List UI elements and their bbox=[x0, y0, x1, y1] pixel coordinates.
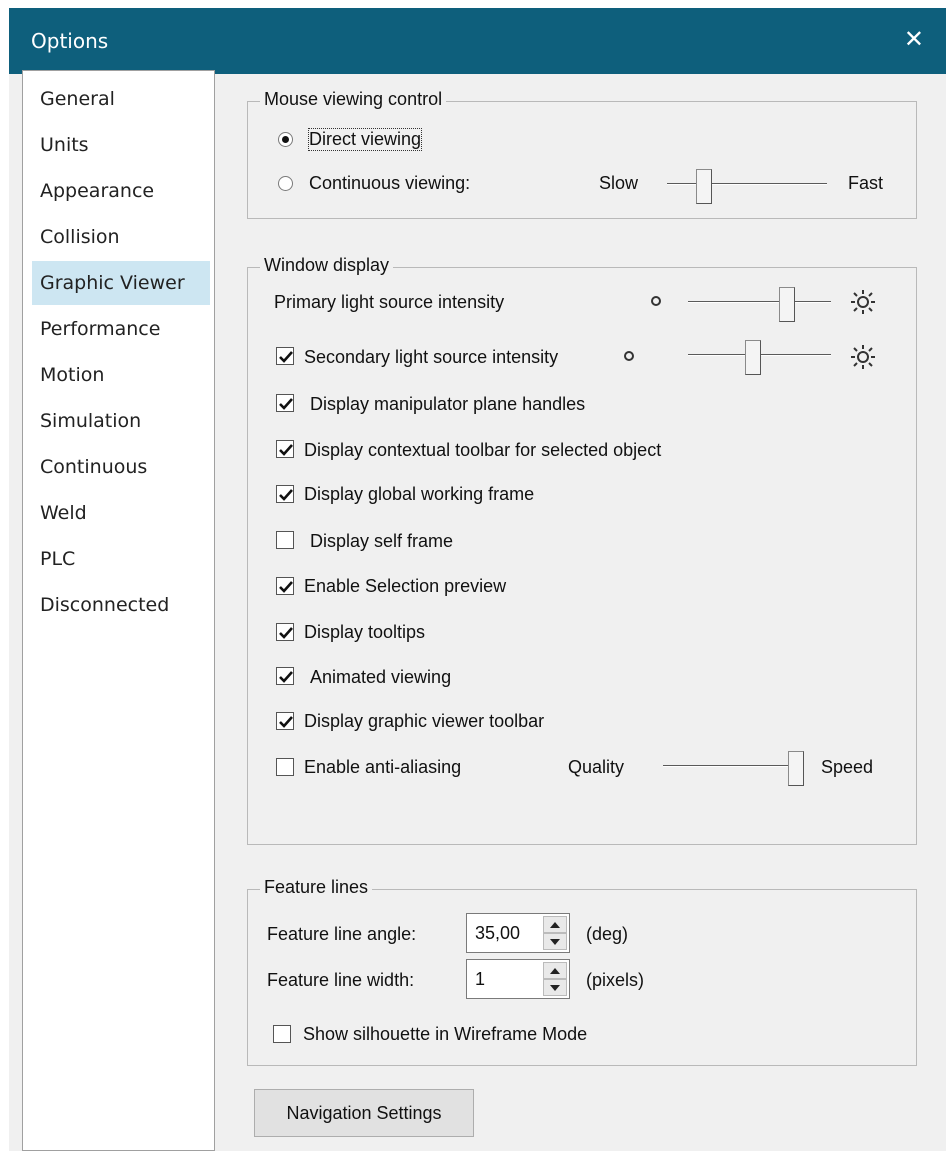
spin-buttons bbox=[543, 962, 567, 996]
slider-thumb[interactable] bbox=[745, 340, 761, 375]
feature-width-value[interactable]: 1 bbox=[475, 969, 485, 990]
feature-width-label: Feature line width: bbox=[267, 970, 415, 990]
secondary-light-label[interactable]: Secondary light source intensity bbox=[304, 347, 558, 368]
anti-aliasing-checkbox[interactable] bbox=[276, 758, 294, 776]
category-plc[interactable]: PLC bbox=[32, 537, 210, 581]
secondary-light-slider[interactable] bbox=[688, 337, 831, 377]
slider-thumb[interactable] bbox=[696, 169, 712, 204]
category-weld[interactable]: Weld bbox=[32, 491, 210, 535]
category-list: General Units Appearance Collision Graph… bbox=[22, 70, 215, 1151]
continuous-viewing-radio[interactable] bbox=[278, 176, 293, 191]
close-icon[interactable]: ✕ bbox=[904, 25, 924, 53]
feature-angle-spinbox[interactable]: 35,00 bbox=[466, 913, 570, 953]
navigation-settings-button[interactable]: Navigation Settings bbox=[254, 1089, 474, 1137]
animated-viewing-label[interactable]: Animated viewing bbox=[310, 667, 451, 688]
spin-down-icon[interactable] bbox=[543, 933, 567, 950]
category-performance[interactable]: Performance bbox=[32, 307, 210, 351]
group-title: Mouse viewing control bbox=[260, 89, 447, 110]
spin-up-icon[interactable] bbox=[543, 962, 567, 979]
contextual-toolbar-checkbox[interactable] bbox=[276, 440, 294, 458]
feature-angle-unit: (deg) bbox=[586, 924, 629, 944]
spin-down-icon[interactable] bbox=[543, 979, 567, 996]
continuous-viewing-label[interactable]: Continuous viewing: bbox=[309, 173, 470, 194]
tooltips-checkbox[interactable] bbox=[276, 623, 294, 641]
dim-light-icon bbox=[624, 351, 634, 361]
spin-buttons bbox=[543, 916, 567, 950]
feature-angle-label: Feature line angle: bbox=[267, 924, 417, 944]
category-motion[interactable]: Motion bbox=[32, 353, 210, 397]
category-general[interactable]: General bbox=[32, 77, 210, 121]
category-collision[interactable]: Collision bbox=[32, 215, 210, 259]
speed-slider[interactable] bbox=[667, 166, 827, 206]
viewer-toolbar-checkbox[interactable] bbox=[276, 712, 294, 730]
self-frame-checkbox[interactable] bbox=[276, 531, 294, 549]
category-disconnected[interactable]: Disconnected bbox=[32, 583, 210, 627]
category-graphic-viewer[interactable]: Graphic Viewer bbox=[32, 261, 210, 305]
viewer-toolbar-label[interactable]: Display graphic viewer toolbar bbox=[304, 711, 544, 732]
title-bar: Options ✕ bbox=[9, 8, 946, 74]
category-continuous[interactable]: Continuous bbox=[32, 445, 210, 489]
slider-thumb[interactable] bbox=[779, 287, 795, 322]
group-title: Window display bbox=[260, 255, 394, 276]
selection-preview-checkbox[interactable] bbox=[276, 577, 294, 595]
self-frame-label[interactable]: Display self frame bbox=[310, 531, 453, 552]
feature-width-spinbox[interactable]: 1 bbox=[466, 959, 570, 999]
group-title: Feature lines bbox=[260, 877, 373, 898]
tooltips-label[interactable]: Display tooltips bbox=[304, 622, 425, 643]
silhouette-label[interactable]: Show silhouette in Wireframe Mode bbox=[303, 1024, 587, 1045]
global-frame-checkbox[interactable] bbox=[276, 485, 294, 503]
category-units[interactable]: Units bbox=[32, 123, 210, 167]
quality-label: Quality bbox=[568, 757, 625, 777]
secondary-light-checkbox[interactable] bbox=[276, 347, 294, 365]
speed-label: Speed bbox=[821, 757, 874, 777]
bright-light-icon bbox=[851, 290, 875, 314]
category-appearance[interactable]: Appearance bbox=[32, 169, 210, 213]
feature-angle-value[interactable]: 35,00 bbox=[475, 923, 520, 944]
spin-up-icon[interactable] bbox=[543, 916, 567, 933]
dim-light-icon bbox=[651, 296, 661, 306]
manipulator-handles-checkbox[interactable] bbox=[276, 394, 294, 412]
category-simulation[interactable]: Simulation bbox=[32, 399, 210, 443]
window-title: Options bbox=[31, 29, 109, 53]
manipulator-handles-label[interactable]: Display manipulator plane handles bbox=[310, 394, 585, 415]
contextual-toolbar-label[interactable]: Display contextual toolbar for selected … bbox=[304, 440, 661, 461]
direct-viewing-label[interactable]: Direct viewing bbox=[307, 128, 423, 151]
primary-light-slider[interactable] bbox=[688, 284, 831, 324]
speed-fast-label: Fast bbox=[848, 173, 884, 193]
primary-light-label: Primary light source intensity bbox=[274, 292, 505, 312]
speed-slow-label: Slow bbox=[599, 173, 639, 193]
feature-width-unit: (pixels) bbox=[586, 970, 645, 990]
global-frame-label[interactable]: Display global working frame bbox=[304, 484, 534, 505]
anti-aliasing-label[interactable]: Enable anti-aliasing bbox=[304, 757, 461, 778]
silhouette-checkbox[interactable] bbox=[273, 1025, 291, 1043]
quality-speed-slider[interactable] bbox=[663, 748, 804, 788]
animated-viewing-checkbox[interactable] bbox=[276, 667, 294, 685]
slider-thumb[interactable] bbox=[788, 751, 804, 786]
bright-light-icon bbox=[851, 345, 875, 369]
selection-preview-label[interactable]: Enable Selection preview bbox=[304, 576, 506, 597]
direct-viewing-radio[interactable] bbox=[278, 132, 293, 147]
